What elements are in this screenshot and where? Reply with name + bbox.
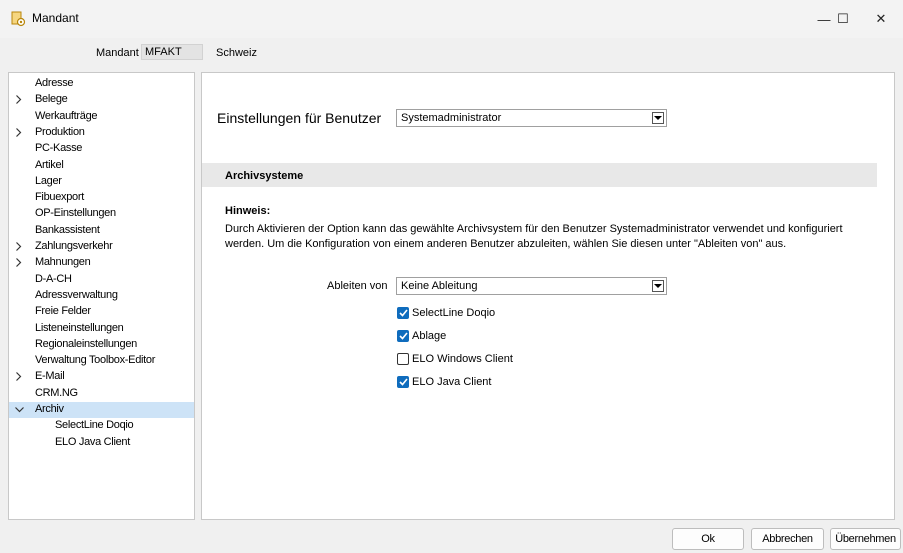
chevron-right-icon[interactable] [14,369,24,384]
tree-item-label: Verwaltung Toolbox-Editor [35,354,156,367]
mandant-code-field: MFAKT [141,44,203,60]
user-select[interactable]: Systemadministrator [396,109,667,127]
close-icon: ✕ [875,11,887,26]
checkbox-checked-icon[interactable] [397,376,409,388]
archive-option-label: ELO Windows Client [412,353,513,365]
tree-item-label: D-A-CH [35,272,72,285]
close-button[interactable]: ✕ [858,0,903,38]
tree-item[interactable]: CRM.NG [9,386,194,402]
derive-select[interactable]: Keine Ableitung [396,277,667,295]
tree-item[interactable]: Adressverwaltung [9,288,194,304]
checkbox-checked-icon[interactable] [397,307,409,319]
archive-option-label: ELO Java Client [412,376,492,388]
tree-item-label: SelectLine Doqio [55,419,134,432]
checkbox-checked-icon[interactable] [397,330,409,342]
tree-item-label: Adresse [35,77,74,89]
tree-item-label: Lager [35,174,62,187]
derive-label: Ableiten von [327,280,388,292]
tree-item-label: OP-Einstellungen [35,207,116,220]
tree-item[interactable]: E-Mail [9,369,194,385]
tree-item[interactable]: PC-Kasse [9,141,194,157]
tree-item-label: Werkaufträge [35,109,98,122]
tree-item[interactable]: Archiv [9,402,194,418]
tree-item-label: Belege [35,93,68,106]
tree-item[interactable]: Bankassistent [9,223,194,239]
tree-item-label: E-Mail [35,370,65,383]
tree-item[interactable]: Fibuexport [9,190,194,206]
tree-item[interactable]: OP-Einstellungen [9,206,194,222]
derive-select-value: Keine Ableitung [401,280,478,292]
tree-item[interactable]: D-A-CH [9,272,194,288]
title-bar: Mandant — ☐ ✕ [0,0,903,38]
tree-subitem[interactable]: SelectLine Doqio [9,418,194,434]
mandant-name: Schweiz [216,47,257,59]
tree-item-label: ELO Java Client [55,435,130,448]
tree-item-label: Freie Felder [35,305,91,318]
dropdown-arrow-icon [652,112,664,124]
tree-item-label: Zahlungsverkehr [35,240,113,252]
content-panel [201,72,895,520]
user-settings-label: Einstellungen für Benutzer [217,110,382,126]
hint-title: Hinweis: [225,205,271,217]
apply-button[interactable]: Übernehmen [830,528,901,550]
mandant-label: Mandant [96,47,139,59]
gear-doc-icon [11,11,26,27]
chevron-down-icon[interactable] [14,402,24,417]
tree-item[interactable]: Zahlungsverkehr [9,239,194,255]
tree-item-label: CRM.NG [35,386,78,399]
chevron-right-icon[interactable] [14,255,24,270]
tree-item-label: Archiv [35,403,64,415]
archive-option[interactable]: Ablage [397,329,446,343]
maximize-icon: ☐ [837,11,849,26]
hint-text: Durch Aktivieren der Option kann das gew… [225,223,843,250]
tree-item-label: PC-Kasse [35,142,83,155]
tree-item[interactable]: Mahnungen [9,255,194,271]
archive-option[interactable]: ELO Java Client [397,375,491,389]
tree-item-label: Fibuexport [35,191,84,204]
tree-item-label: Produktion [35,125,85,138]
tree-item-label: Adressverwaltung [35,288,118,301]
ok-button[interactable]: Ok [672,528,744,550]
archive-option[interactable]: ELO Windows Client [397,352,513,366]
checkbox-unchecked-icon[interactable] [397,353,409,365]
tree-item-label: Artikel [35,158,64,171]
tree-item[interactable]: Lager [9,174,194,190]
settings-tree[interactable]: Adresse Belege Werkaufträge Produktion PC-Ka… [8,72,195,520]
chevron-right-icon[interactable] [14,239,24,254]
tree-item[interactable]: Adresse [9,76,194,92]
tree-item[interactable]: Regionaleinstellungen [9,337,194,353]
tree-item-label: Bankassistent [35,223,100,236]
section-title: Archivsysteme [225,170,304,182]
archive-option-label: Ablage [412,330,447,342]
archive-option-label: SelectLine Doqio [412,307,496,319]
tree-item[interactable]: Produktion [9,125,194,141]
chevron-right-icon[interactable] [14,125,24,140]
tree-item[interactable]: Artikel [9,158,194,174]
tree-item[interactable]: Verwaltung Toolbox-Editor [9,353,194,369]
dropdown-arrow-icon [652,280,664,292]
window-title: Mandant [32,11,79,25]
tree-item[interactable]: Listeneinstellungen [9,321,194,337]
tree-item-label: Listeneinstellungen [35,321,124,334]
chevron-right-icon[interactable] [14,92,24,107]
tree-item[interactable]: Belege [9,92,194,108]
tree-item[interactable]: Freie Felder [9,304,194,320]
tree-item-label: Mahnungen [35,256,91,269]
cancel-button[interactable]: Abbrechen [751,528,824,550]
tree-subitem[interactable]: ELO Java Client [9,435,194,451]
tree-item[interactable]: Werkaufträge [9,109,194,125]
archive-option[interactable]: SelectLine Doqio [397,306,495,320]
user-select-value: Systemadministrator [401,112,502,124]
tree-item-label: Regionaleinstellungen [35,337,137,350]
